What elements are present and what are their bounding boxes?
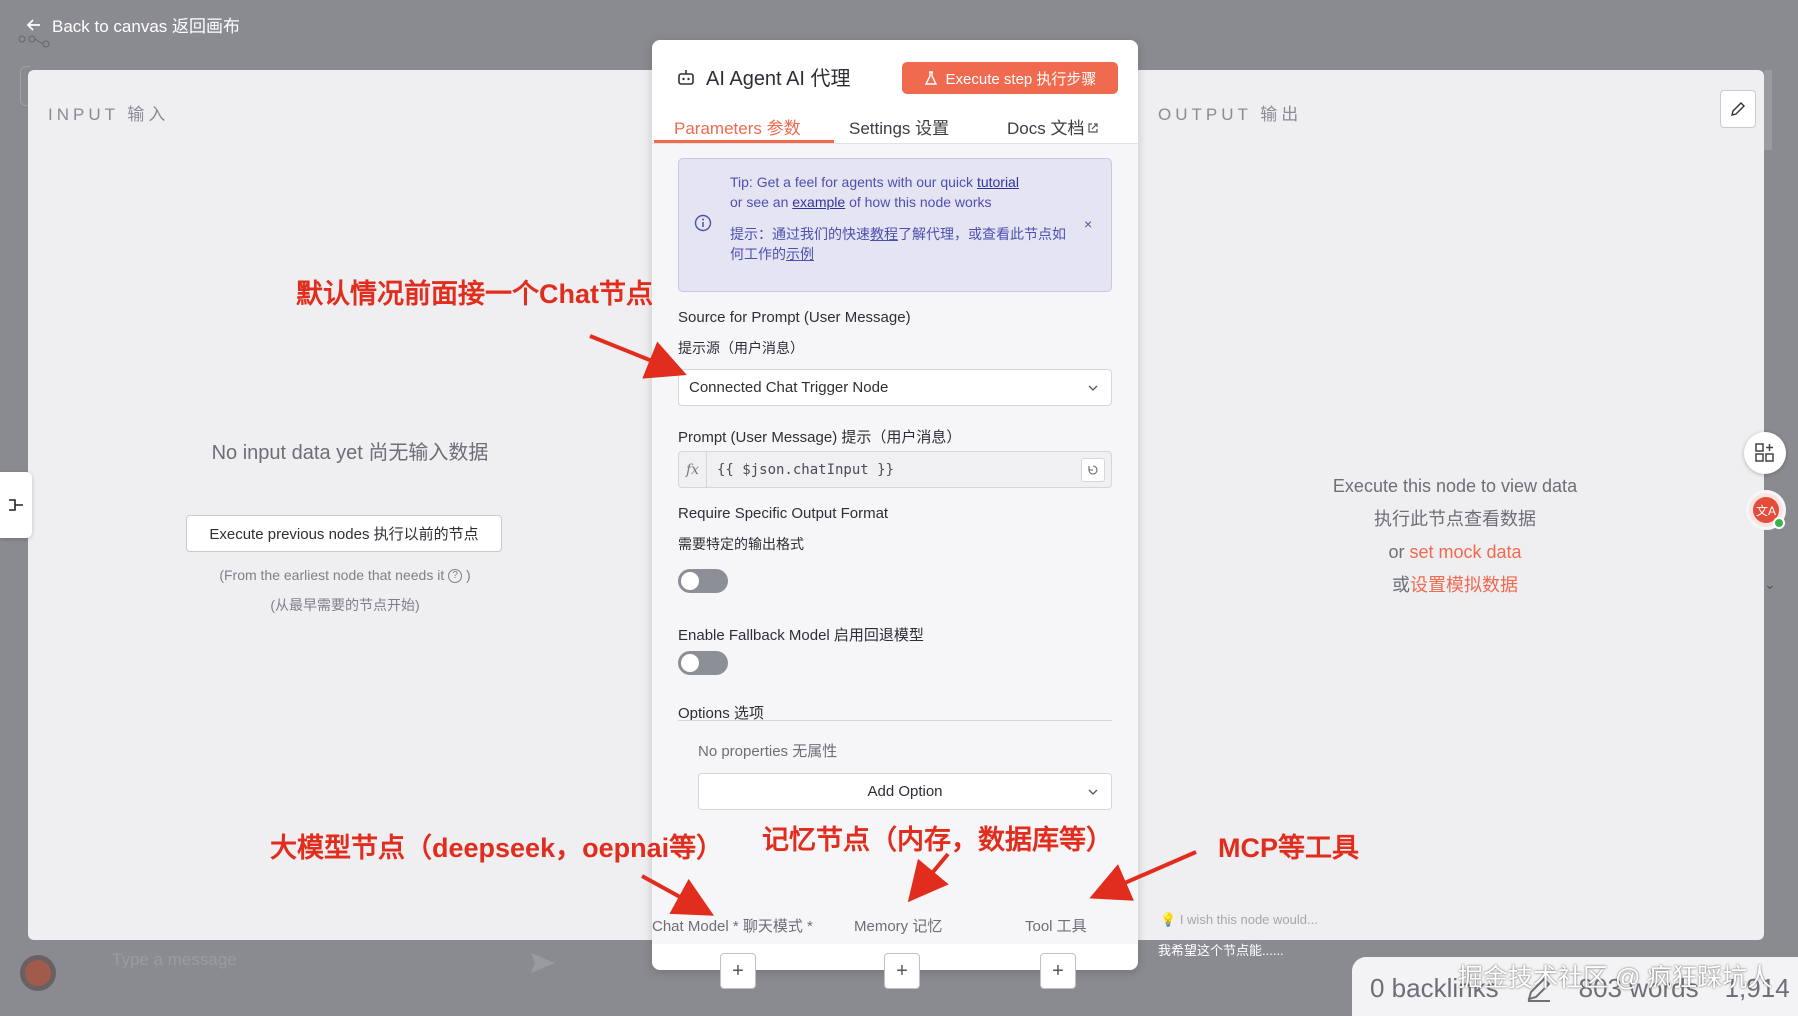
pencil-icon <box>1731 102 1745 116</box>
execute-previous-nodes-button[interactable]: Execute previous nodes 执行以前的节点 <box>186 515 502 552</box>
tip-line1: Tip: Get a feel for agents with our quic… <box>730 174 977 190</box>
annotation-mcp-tools: MCP等工具 <box>1218 833 1359 863</box>
tab-parameters[interactable]: Parameters 参数 <box>674 114 801 139</box>
tab-settings[interactable]: Settings 设置 <box>849 114 949 139</box>
add-chat-model-button[interactable]: + <box>720 953 756 989</box>
tutorial-link[interactable]: tutorial <box>977 174 1019 190</box>
external-link-icon <box>1088 123 1099 133</box>
output-empty-message: Execute this node to view data 执行此节点查看数据… <box>1290 470 1620 602</box>
add-option-select[interactable]: Add Option <box>698 773 1112 810</box>
output-line3: or set mock data <box>1290 536 1620 569</box>
no-properties-text: No properties 无属性 <box>698 743 838 760</box>
apps-button[interactable] <box>1744 432 1786 474</box>
add-memory-button[interactable]: + <box>884 953 920 989</box>
expand-icon <box>9 499 23 511</box>
chevron-down-icon[interactable]: ⌄ <box>1764 576 1776 593</box>
tip-cn-prefix: 提示：通过我们的快速 <box>730 226 870 242</box>
memory-label: Memory 记忆 <box>854 918 943 935</box>
flask-icon <box>924 71 937 85</box>
lightbulb-icon: 💡 <box>1160 912 1180 927</box>
input-panel-title: INPUT 输入 <box>48 105 170 124</box>
chat-input[interactable]: Type a message <box>112 950 237 970</box>
execute-step-label: Execute step 执行步骤 <box>945 70 1097 88</box>
output-line3-prefix: or <box>1388 542 1410 562</box>
hint-en-end: ) <box>466 567 471 583</box>
add-tool-button[interactable]: + <box>1040 953 1076 989</box>
wish-text-en: 💡 I wish this node would... <box>1160 912 1318 928</box>
prompt-label: Prompt (User Message) 提示（用户消息） <box>678 429 962 446</box>
set-mock-data-cn-link[interactable]: 设置模拟数据 <box>1410 575 1518 595</box>
output-line1: Execute this node to view data <box>1332 476 1578 496</box>
fallback-label: Enable Fallback Model 启用回退模型 <box>678 627 924 644</box>
back-to-canvas-button[interactable]: Back to canvas 返回画布 <box>26 12 240 37</box>
watermark: 掘金技术社区 @ 疯狂踩坑人 <box>1458 964 1773 992</box>
open-expression-editor-button[interactable] <box>1081 457 1105 482</box>
prompt-expression-value: {{ $json.chatInput }} <box>717 461 895 478</box>
hint-cn: (从最早需要的节点开始) <box>270 597 420 613</box>
hint-en: (From the earliest node that needs it <box>219 567 445 583</box>
output-line2: 执行此节点查看数据 <box>1374 509 1536 529</box>
help-icon[interactable]: ? <box>448 569 463 583</box>
send-icon[interactable] <box>530 952 556 974</box>
wish-text-cn: 我希望这个节点能...... <box>1158 943 1284 958</box>
output-line4-prefix: 或 <box>1392 575 1410 595</box>
avatar <box>20 955 56 991</box>
avatar-image <box>25 960 51 986</box>
output-line4: 或设置模拟数据 <box>1290 569 1620 602</box>
options-divider <box>678 720 1112 721</box>
annotation-llm-node: 大模型节点（deepseek，oepnai等） <box>270 833 724 863</box>
annotation-chat-default: 默认情况前面接一个Chat节点 <box>296 279 653 309</box>
chevron-down-icon <box>1088 789 1098 795</box>
status-dot <box>1773 517 1785 529</box>
tool-label: Tool 工具 <box>1025 918 1087 935</box>
close-icon[interactable]: × <box>1084 216 1092 232</box>
example-cn-link[interactable]: 示例 <box>786 246 814 262</box>
require-format-label-cn: 需要特定的输出格式 <box>678 536 804 552</box>
fx-icon: fx <box>679 452 707 487</box>
robot-icon <box>678 69 694 85</box>
translate-button[interactable]: 文A <box>1746 490 1786 530</box>
tutorial-cn-link[interactable]: 教程 <box>870 226 898 242</box>
tip-text: Tip: Get a feel for agents with our quic… <box>730 172 1080 212</box>
example-link[interactable]: example <box>792 194 845 210</box>
active-tab-indicator <box>654 140 834 143</box>
fallback-toggle[interactable] <box>678 651 728 675</box>
source-label-cn: 提示源（用户消息） <box>678 340 804 356</box>
require-format-label-en: Require Specific Output Format <box>678 505 889 522</box>
chevron-down-icon <box>1088 385 1098 391</box>
side-panel-toggle[interactable] <box>0 472 32 538</box>
tip-line2-prefix: or see an <box>730 194 793 210</box>
source-select-value: Connected Chat Trigger Node <box>689 379 889 396</box>
chat-model-label: Chat Model * 聊天模式 * <box>652 918 813 935</box>
wish-en: I wish this node would... <box>1179 912 1318 927</box>
edit-output-button[interactable] <box>1720 90 1756 128</box>
workflow-icon <box>18 35 50 48</box>
execute-previous-hint: (From the earliest node that needs it ? … <box>150 560 540 620</box>
set-mock-data-link[interactable]: set mock data <box>1409 542 1521 562</box>
node-header: AI Agent AI 代理 <box>676 62 851 91</box>
no-input-message: No input data yet 尚无输入数据 <box>211 442 489 464</box>
grid-plus-icon <box>1755 443 1774 462</box>
back-label: Back to canvas 返回画布 <box>52 17 241 36</box>
output-panel-title: OUTPUT 输出 <box>1158 105 1303 124</box>
canvas-edge <box>1764 70 1772 150</box>
source-select[interactable]: Connected Chat Trigger Node <box>678 369 1112 406</box>
prompt-expression-input[interactable]: fx {{ $json.chatInput }} <box>678 451 1112 488</box>
execute-step-button[interactable]: Execute step 执行步骤 <box>902 62 1118 94</box>
tab-docs[interactable]: Docs 文档 <box>1007 114 1099 139</box>
tip-text-cn: 提示：通过我们的快速教程了解代理，或查看此节点如何工作的示例 <box>730 224 1070 264</box>
info-icon <box>694 214 712 232</box>
expand-editor-icon <box>1088 464 1098 475</box>
tip-line2-suffix: of how this node works <box>845 194 992 210</box>
add-option-label: Add Option <box>867 783 943 800</box>
annotation-memory-node: 记忆节点（内存，数据库等） <box>762 825 1113 855</box>
tab-docs-label: Docs 文档 <box>1007 119 1085 138</box>
source-label-en: Source for Prompt (User Message) <box>678 309 911 326</box>
require-format-toggle[interactable] <box>678 569 728 593</box>
node-title[interactable]: AI Agent AI 代理 <box>706 62 851 91</box>
